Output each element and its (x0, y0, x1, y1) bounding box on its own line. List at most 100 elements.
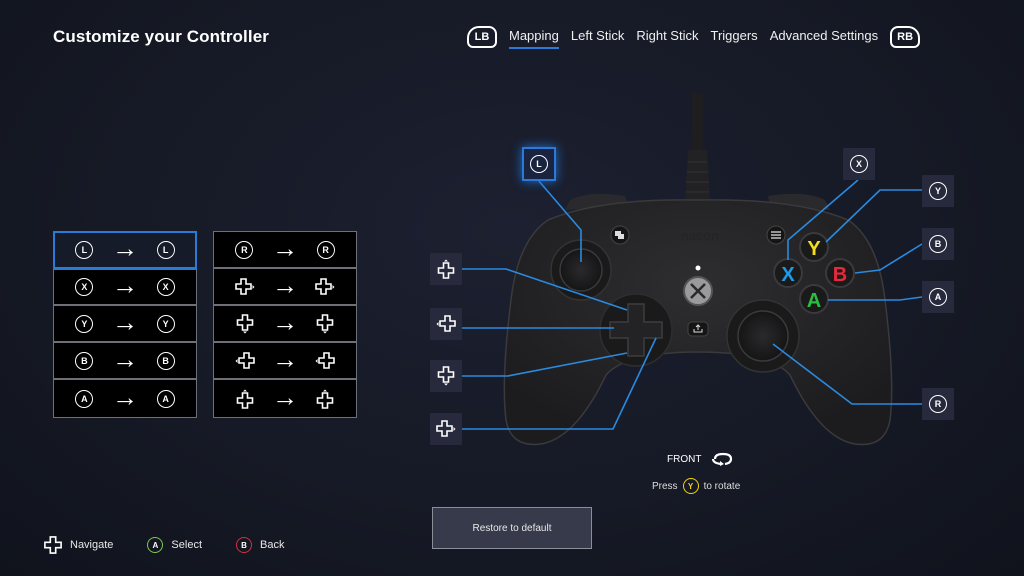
tab-mapping[interactable]: Mapping (509, 28, 559, 49)
callout-dpad-up[interactable] (430, 253, 462, 285)
hint-back: B Back (236, 537, 284, 553)
view-button (610, 225, 630, 245)
status-led (695, 265, 701, 271)
page-title: Customize your Controller (53, 27, 269, 46)
callout-x[interactable]: X (843, 148, 875, 180)
callout-a[interactable]: A (922, 281, 954, 313)
a-button-icon: A (75, 389, 94, 408)
mapping-table-left: L → L X → X Y → Y B → B A → A (53, 231, 197, 418)
b-button-icon: B (75, 351, 94, 370)
footer-hints: Navigate A Select B Back (44, 536, 318, 554)
dpad-up-icon (317, 389, 334, 409)
dpad-up-icon (437, 259, 455, 279)
view-label: FRONT (667, 453, 702, 465)
mapping-row-x[interactable]: X → X (54, 269, 196, 306)
dpad-right-icon (436, 420, 456, 437)
right-stick-base (726, 299, 800, 373)
a-button-icon: A (929, 288, 947, 306)
callout-lines (462, 179, 923, 430)
dpad-left-icon (436, 315, 456, 332)
a-button-icon: A (147, 537, 164, 553)
arrow-right-icon: → (111, 344, 138, 374)
controller-cable (685, 93, 710, 200)
left-stick (559, 248, 603, 292)
mapping-table-right: R → R → → → → (213, 231, 357, 418)
right-stick-button-icon: R (235, 240, 254, 259)
face-button-a: A (799, 284, 829, 314)
brand-logo: nacon (681, 228, 719, 243)
dpad-left-icon (315, 351, 336, 369)
callout-left-stick[interactable]: L (522, 147, 556, 181)
rotate-hint-suffix: to rotate (703, 480, 741, 492)
rotate-hint: Press Y to rotate (652, 478, 740, 494)
tab-advanced-settings[interactable]: Advanced Settings (770, 28, 878, 46)
y-button-icon: Y (75, 314, 94, 333)
arrow-right-icon: → (271, 344, 298, 374)
mapping-row-dpad-up[interactable]: → (214, 380, 356, 417)
rb-bumper-icon[interactable]: RB (890, 26, 921, 48)
right-stick-button-icon: R (316, 240, 335, 259)
tab-right-stick[interactable]: Right Stick (636, 28, 698, 46)
svg-text:X: X (781, 264, 795, 286)
right-stick-button-icon: R (929, 395, 947, 413)
callout-y[interactable]: Y (922, 175, 954, 207)
y-button-icon: Y (929, 182, 947, 200)
svg-text:A: A (807, 290, 821, 312)
left-stick-button-icon: L (530, 155, 548, 173)
tab-triggers[interactable]: Triggers (710, 28, 757, 46)
callout-dpad-down[interactable] (430, 360, 462, 392)
mapping-row-dpad-left[interactable]: → (214, 343, 356, 380)
rotate-hint-prefix: Press (652, 480, 678, 492)
arrow-right-icon: → (271, 270, 298, 300)
arrow-right-icon: → (271, 382, 298, 412)
arrow-right-icon: → (271, 233, 298, 263)
dpad-right-icon (315, 277, 335, 295)
mapping-row-b[interactable]: B → B (54, 343, 196, 380)
view-indicator: FRONT (667, 452, 735, 466)
dpad (609, 303, 663, 357)
left-stick-button-icon: L (156, 240, 175, 259)
b-button-icon: B (236, 537, 252, 553)
y-button-icon: Y (682, 478, 699, 494)
tab-left-stick[interactable]: Left Stick (571, 28, 624, 46)
x-button-icon: X (75, 277, 94, 296)
callout-dpad-right[interactable] (430, 413, 462, 445)
controller-body (503, 199, 893, 446)
menu-button (766, 225, 786, 245)
face-button-y: Y (799, 232, 829, 262)
right-stick (737, 310, 789, 362)
back-label: Back (260, 539, 285, 551)
x-button-icon: X (156, 277, 175, 296)
y-button-icon: Y (156, 314, 175, 333)
callout-dpad-left[interactable] (430, 308, 462, 340)
tab-bar: LB Mapping Left Stick Right Stick Trigge… (467, 24, 921, 50)
mapping-row-l[interactable]: L → L (53, 231, 197, 270)
b-button-icon: B (929, 235, 947, 253)
callout-right-stick[interactable]: R (922, 388, 954, 420)
left-stick-button-icon: L (75, 240, 94, 259)
mapping-row-a[interactable]: A → A (54, 380, 196, 417)
mapping-row-dpad-down[interactable]: → (214, 306, 356, 343)
dpad-right-icon (234, 277, 255, 295)
select-label: Select (171, 539, 202, 551)
hint-navigate: Navigate (44, 536, 113, 554)
dpad-down-icon (437, 366, 455, 386)
restore-default-button[interactable]: Restore to default (432, 507, 592, 549)
arrow-right-icon: → (111, 270, 138, 300)
mapping-row-r[interactable]: R → R (214, 232, 356, 269)
arrow-right-icon: → (111, 233, 138, 263)
face-button-b: B (825, 258, 855, 288)
dpad-base (599, 293, 673, 367)
arrow-right-icon: → (271, 307, 298, 337)
xbox-guide-button (683, 276, 713, 306)
right-bumper (768, 193, 830, 210)
left-bumper (565, 193, 628, 210)
mapping-row-dpad-right[interactable]: → (214, 269, 356, 306)
mapping-row-y[interactable]: Y → Y (54, 306, 196, 343)
callout-b[interactable]: B (922, 228, 954, 260)
arrow-right-icon: → (111, 307, 138, 337)
svg-text:B: B (833, 264, 847, 286)
lb-bumper-icon[interactable]: LB (467, 26, 497, 48)
navigate-label: Navigate (70, 539, 114, 551)
a-button-icon: A (156, 389, 175, 408)
